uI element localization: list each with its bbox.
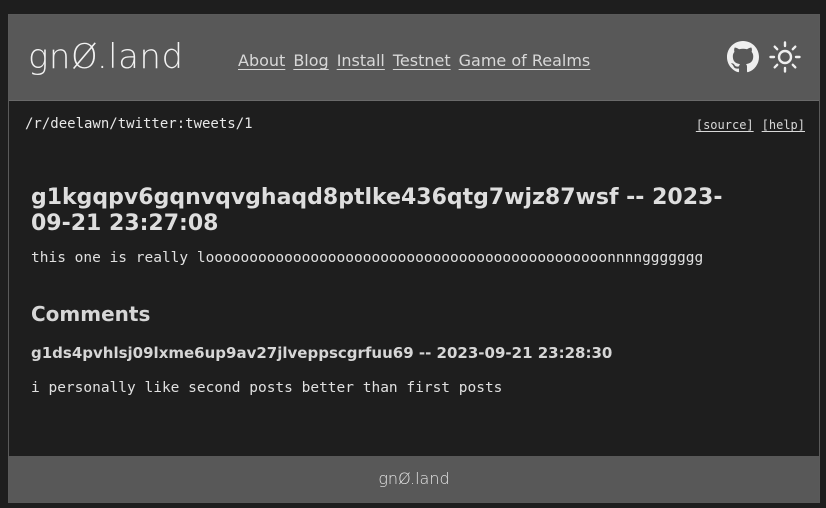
comment-meta: g1ds4pvhlsj09lxme6up9av27jlveppscgrfuu69… — [31, 344, 613, 362]
nav-link-blog[interactable]: Blog — [293, 51, 328, 70]
nav-link-testnet[interactable]: Testnet — [393, 51, 451, 70]
post-title: g1kgqpv6gqnvqvghaqd8ptlke436qtg7wjz87wsf… — [31, 185, 723, 236]
realm-path: /r/deelawn/twitter:tweets/1 — [25, 116, 253, 132]
main-content: g1kgqpv6gqnvqvghaqd8ptlke436qtg7wjz87wsf… — [31, 185, 791, 396]
site-logo[interactable]: gnØ.land — [28, 37, 184, 77]
comment-body: i personally like second posts better th… — [31, 380, 503, 396]
help-link[interactable]: [help] — [762, 118, 805, 132]
path-bar: /r/deelawn/twitter:tweets/1 [source] [he… — [25, 116, 805, 136]
nav-link-game-of-realms[interactable]: Game of Realms — [459, 51, 591, 70]
nav-link-install[interactable]: Install — [337, 51, 385, 70]
main-nav: About Blog Install Testnet Game of Realm… — [238, 51, 590, 70]
site-footer: gnØ.land — [9, 456, 819, 502]
path-links: [source] [help] — [696, 118, 805, 132]
header-icons — [726, 40, 802, 74]
post-body: this one is really loooooooooooooooooooo… — [31, 250, 704, 266]
site-logo-text: gnØ.land — [28, 37, 184, 77]
sun-icon[interactable] — [768, 40, 802, 74]
page-frame: gnØ.land About Blog Install Testnet Game… — [8, 14, 820, 503]
comment-item: g1ds4pvhlsj09lxme6up9av27jlveppscgrfuu69… — [31, 344, 791, 396]
github-icon[interactable] — [726, 40, 760, 74]
source-link[interactable]: [source] — [696, 118, 754, 132]
footer-logo[interactable]: gnØ.land — [378, 469, 449, 488]
site-header: gnØ.land About Blog Install Testnet Game… — [9, 15, 819, 101]
nav-link-about[interactable]: About — [238, 51, 285, 70]
comments-heading: Comments — [31, 302, 151, 326]
